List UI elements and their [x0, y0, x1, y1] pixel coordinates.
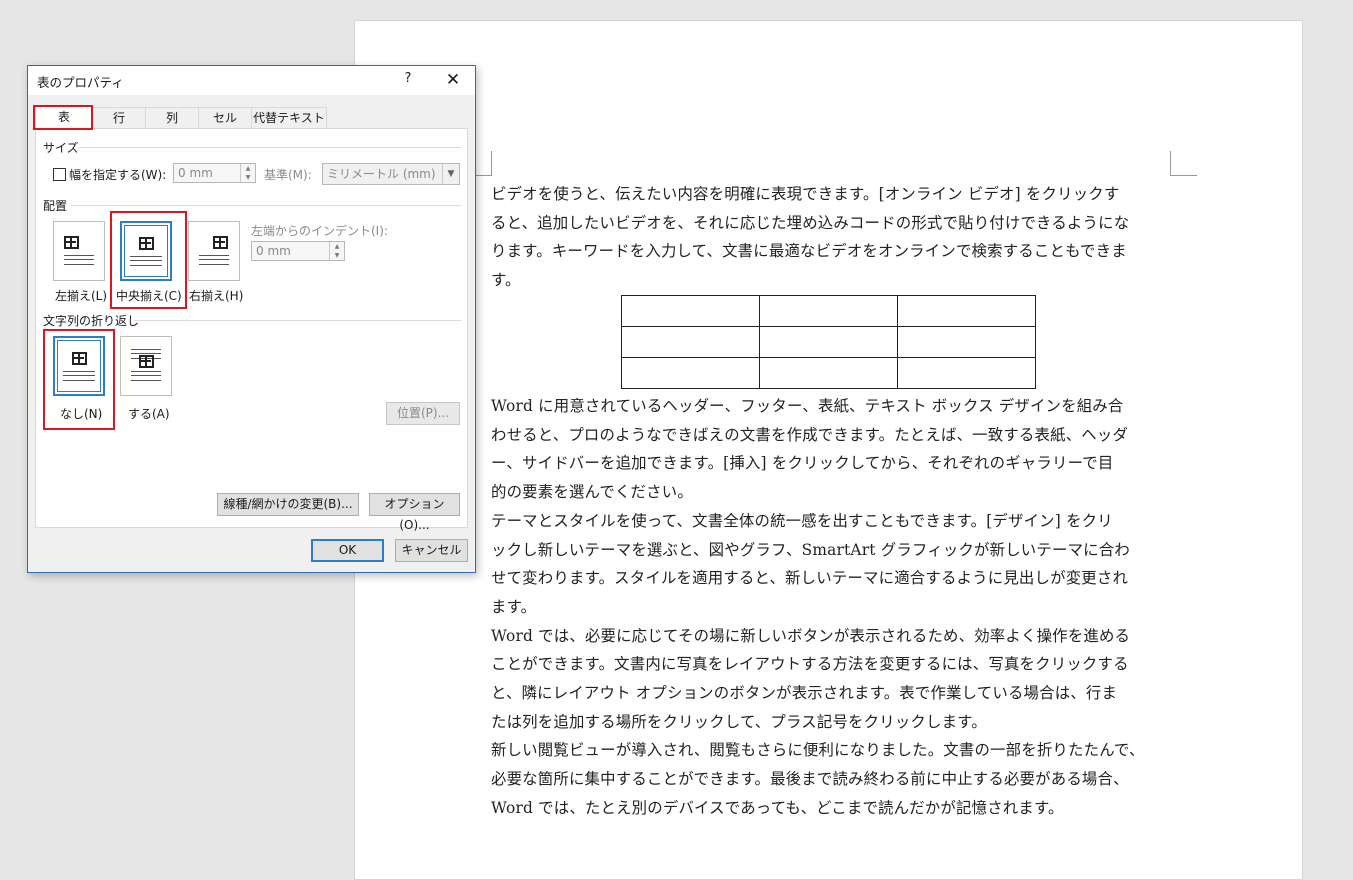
- table-cell[interactable]: [897, 357, 1036, 389]
- basis-value: ミリメートル (mm): [327, 167, 436, 181]
- wrap-none-option[interactable]: [53, 336, 105, 396]
- align-center-label[interactable]: 中央揃え(C): [116, 287, 182, 304]
- width-spinner[interactable]: ▲ ▼: [240, 164, 255, 182]
- wrap-none-label[interactable]: なし(N): [60, 405, 102, 422]
- options-button[interactable]: オプション(O)...: [369, 493, 460, 532]
- spin-up-icon[interactable]: ▲: [330, 242, 344, 251]
- table-cell[interactable]: [621, 295, 760, 327]
- indent-value: 0 mm: [256, 244, 291, 258]
- ok-button[interactable]: OK: [311, 539, 384, 562]
- indent-input[interactable]: 0 mm ▲ ▼: [251, 241, 345, 261]
- margin-mark-right: [1170, 151, 1197, 176]
- wrapping-section-label: 文字列の折り返し: [43, 314, 140, 328]
- table-right-icon: [213, 236, 228, 249]
- width-input[interactable]: 0 mm ▲ ▼: [173, 163, 256, 183]
- width-checkbox[interactable]: [53, 168, 66, 181]
- table-cell[interactable]: [897, 295, 1036, 327]
- table-cell[interactable]: [759, 295, 898, 327]
- dialog-titlebar[interactable]: 表のプロパティ ? ✕: [28, 66, 475, 95]
- spin-up-icon[interactable]: ▲: [241, 164, 255, 173]
- tab-row[interactable]: 行: [92, 107, 146, 128]
- text-lines-icon: [63, 371, 95, 381]
- table-row: [621, 326, 1036, 358]
- basis-select[interactable]: ミリメートル (mm) ▼: [322, 163, 460, 185]
- align-left-label[interactable]: 左揃え(L): [55, 287, 107, 304]
- tab-panel: サイズ 幅を指定する(W): 0 mm ▲ ▼ 基準(M): ミリメートル (mm…: [35, 128, 468, 532]
- wrap-around-option[interactable]: [120, 336, 172, 396]
- text-lines-icon: [131, 371, 161, 381]
- table-left-icon: [64, 236, 79, 249]
- close-button[interactable]: ✕: [438, 68, 468, 92]
- table-properties-dialog: 表のプロパティ ? ✕ 表 行 列 セル 代替テキスト サイズ 幅を指定する(W…: [27, 65, 476, 573]
- table-row: [621, 357, 1036, 389]
- position-button[interactable]: 位置(P)...: [386, 402, 460, 425]
- borders-shading-button[interactable]: 線種/網かけの変更(B)...: [217, 493, 359, 516]
- text-lines-icon: [199, 255, 229, 265]
- chevron-down-icon[interactable]: ▼: [442, 164, 459, 184]
- table-cell[interactable]: [621, 326, 760, 358]
- paragraph-video[interactable]: ビデオを使うと、伝えたい内容を明確に表現できます。[オンライン ビデオ] をクリ…: [491, 180, 1191, 295]
- width-value: 0 mm: [178, 166, 213, 180]
- align-center-option[interactable]: [120, 221, 172, 281]
- size-section-label: サイズ: [43, 141, 79, 155]
- help-button[interactable]: ?: [398, 71, 418, 86]
- text-lines-icon: [130, 256, 162, 266]
- indent-label: 左端からのインデント(I):: [251, 224, 388, 238]
- basis-label: 基準(M):: [264, 168, 312, 182]
- indent-spinner[interactable]: ▲ ▼: [329, 242, 344, 260]
- divider: [71, 205, 461, 206]
- paragraph-body[interactable]: Word に用意されているヘッダー、フッター、表紙、テキスト ボックス デザイン…: [491, 392, 1191, 823]
- document-page[interactable]: ビデオを使うと、伝えたい内容を明確に表現できます。[オンライン ビデオ] をクリ…: [354, 20, 1303, 880]
- table-cell[interactable]: [759, 357, 898, 389]
- table-nowrap-icon: [72, 352, 87, 365]
- spin-down-icon[interactable]: ▼: [330, 251, 344, 260]
- alignment-section-label: 配置: [43, 199, 68, 213]
- align-left-option[interactable]: [53, 221, 105, 281]
- tab-table[interactable]: 表: [35, 105, 93, 129]
- table-row: [621, 295, 1036, 327]
- wrap-around-label[interactable]: する(A): [128, 405, 170, 422]
- align-right-option[interactable]: [188, 221, 240, 281]
- text-lines-icon: [64, 255, 94, 265]
- align-right-label[interactable]: 右揃え(H): [189, 287, 243, 304]
- table-cell[interactable]: [759, 326, 898, 358]
- table-center-icon: [139, 237, 154, 250]
- cancel-button[interactable]: キャンセル: [395, 539, 468, 562]
- dialog-title: 表のプロパティ: [37, 75, 124, 90]
- tab-cell[interactable]: セル: [198, 107, 252, 128]
- tab-column[interactable]: 列: [145, 107, 199, 128]
- width-checkbox-label[interactable]: 幅を指定する(W):: [69, 166, 166, 183]
- document-table[interactable]: [621, 295, 1036, 389]
- divider: [78, 147, 461, 148]
- table-wrap-icon: [139, 355, 154, 368]
- table-cell[interactable]: [621, 357, 760, 389]
- table-cell[interactable]: [897, 326, 1036, 358]
- spin-down-icon[interactable]: ▼: [241, 173, 255, 182]
- tab-alt-text[interactable]: 代替テキスト: [251, 107, 327, 128]
- divider: [134, 320, 461, 321]
